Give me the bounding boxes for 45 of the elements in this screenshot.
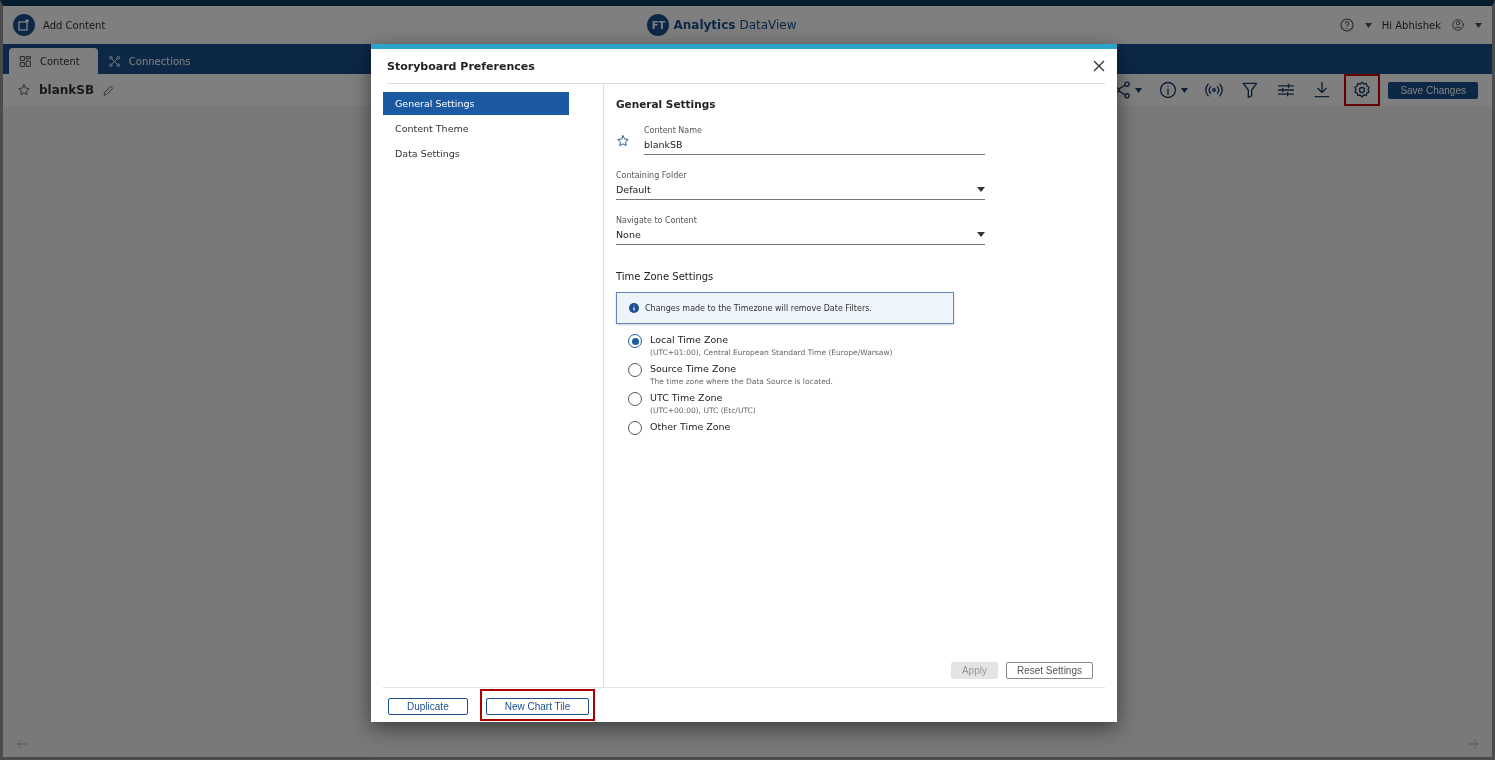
storyboard-name: blankSB — [39, 83, 95, 97]
section-heading: General Settings — [616, 98, 717, 110]
nav-tab[interactable]: Connections — [97, 48, 209, 74]
reset-settings-button[interactable]: Reset Settings — [1005, 662, 1093, 679]
nav-tab[interactable]: Content — [9, 48, 98, 74]
caret-icon[interactable] — [977, 232, 985, 237]
input-field[interactable]: blankSB — [644, 139, 985, 155]
grid-icon — [19, 54, 32, 68]
section-heading: Time Zone Settings — [616, 271, 715, 282]
settings-nav-item[interactable]: General Settings — [383, 92, 569, 115]
settings-nav-item[interactable]: Data Settings — [383, 142, 569, 165]
logo-suffix: DataView — [739, 18, 797, 32]
settings-icon[interactable] — [1352, 80, 1373, 100]
radio-label[interactable]: Local Time Zone — [650, 334, 893, 345]
arrow-left-icon — [15, 737, 29, 751]
user-greeting[interactable]: Hi Abhishek — [1381, 19, 1441, 31]
info-icon[interactable] — [1158, 80, 1179, 100]
dialog-title: Storyboard Preferences — [387, 59, 535, 73]
field-label: Containing Folder — [616, 171, 688, 180]
star-icon — [616, 133, 630, 148]
add-content-label[interactable]: Add Content — [43, 19, 106, 31]
dropdown-field[interactable]: Default — [616, 184, 985, 200]
pencil-icon — [102, 83, 116, 97]
settings-nav-item[interactable]: Content Theme — [383, 117, 569, 140]
logo-text: Analytics — [673, 18, 736, 32]
field-label: Content Name — [644, 126, 703, 135]
info-icon — [629, 303, 639, 313]
field-label: Navigate to Content — [616, 216, 698, 225]
star-icon — [17, 83, 31, 97]
save-changes-button[interactable]: Save Changes — [1388, 81, 1478, 99]
logo-badge: FT — [647, 14, 670, 36]
arrow-right-icon — [1466, 737, 1480, 751]
close-button[interactable] — [1093, 60, 1105, 72]
add-content-icon[interactable] — [13, 14, 35, 36]
help-icon — [1338, 17, 1355, 33]
dialog-button[interactable]: Duplicate — [388, 698, 468, 715]
dialog-button[interactable]: New Chart Tile — [485, 698, 590, 715]
user-icon — [1451, 18, 1465, 32]
radio-label[interactable]: Source Time Zone — [650, 363, 833, 374]
caret-icon[interactable] — [977, 187, 985, 192]
radio-label[interactable]: Other Time Zone — [650, 421, 731, 432]
radio-label[interactable]: UTC Time Zone — [650, 392, 756, 403]
notice-text: Changes made to the Timezone will remove Date Filters. — [645, 303, 872, 313]
dropdown-field[interactable]: None — [616, 229, 985, 245]
nodes-icon — [107, 54, 121, 68]
